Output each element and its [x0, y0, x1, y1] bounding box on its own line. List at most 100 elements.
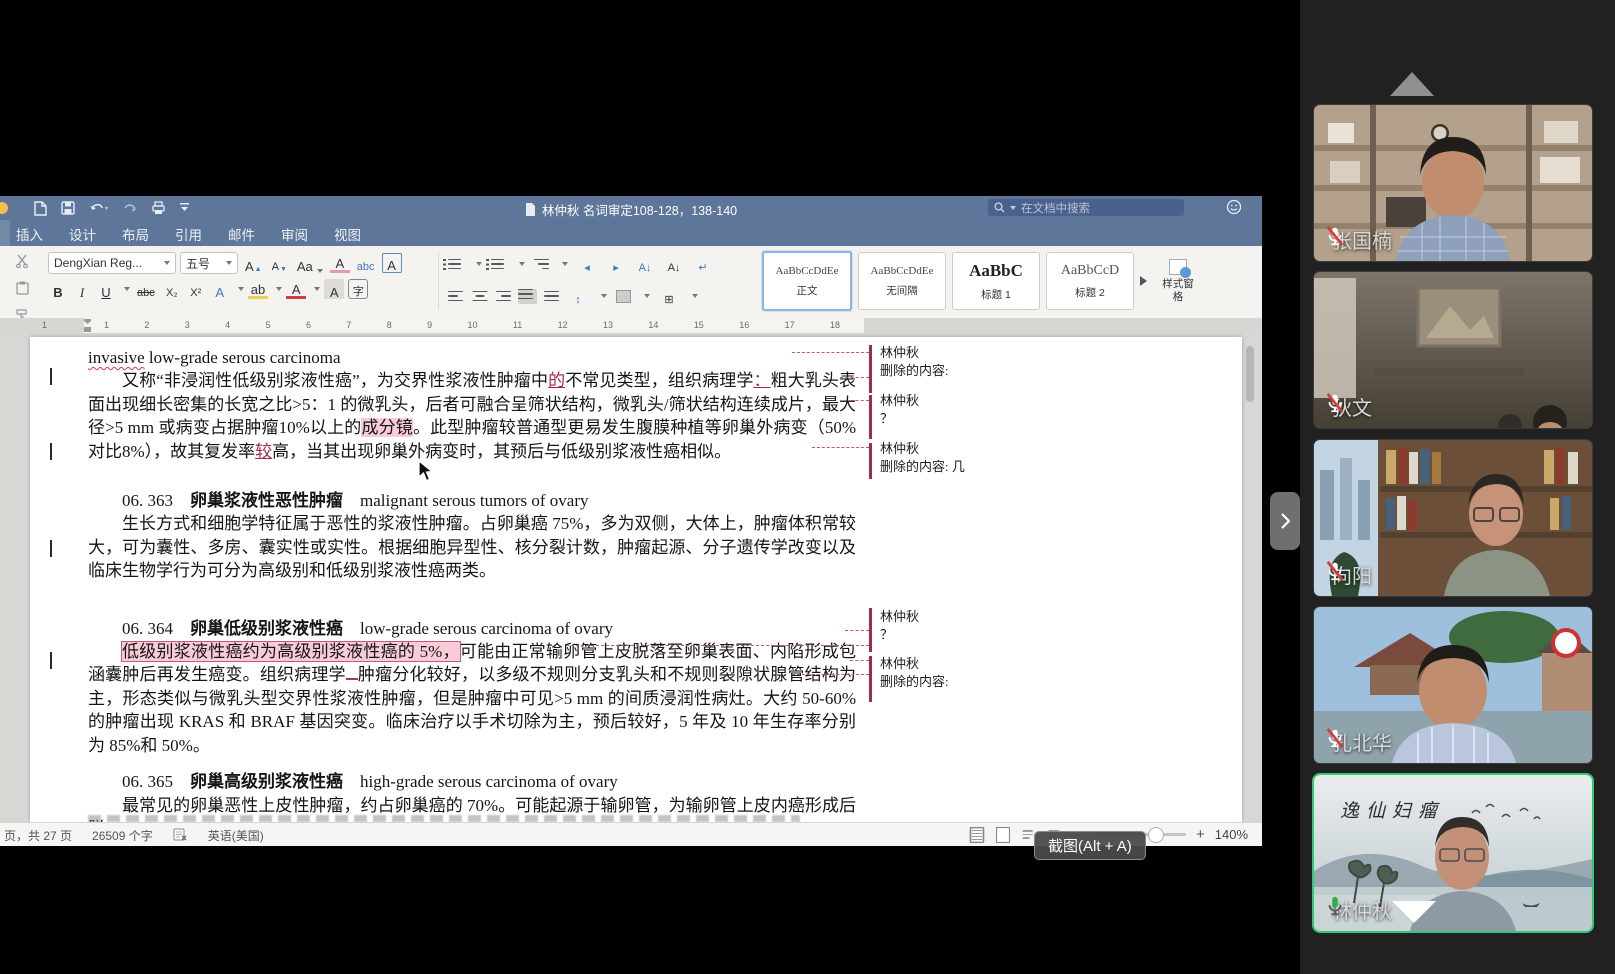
comment[interactable]: 林仲秋？	[880, 608, 1030, 644]
style-heading1[interactable]: AaBbC标题 1	[952, 252, 1040, 310]
comment[interactable]: 林仲秋？	[880, 392, 1030, 428]
proofing-icon[interactable]	[173, 828, 188, 844]
video-tile-4[interactable]: 孔北华	[1314, 607, 1592, 763]
superscript-button[interactable]: X²	[186, 279, 206, 299]
doc-heading-363[interactable]: 06. 363卵巢浆液性恶性肿瘤malignant serous tumors …	[88, 489, 856, 512]
bullets-dropdown-icon[interactable]	[476, 262, 482, 266]
underline-button[interactable]: U	[96, 279, 116, 299]
read-mode-view-icon[interactable]	[995, 828, 1011, 842]
font-name-select[interactable]: DengXian Reg...	[48, 252, 176, 274]
font-size-select[interactable]: 五号	[180, 252, 238, 274]
document-area[interactable]: invasive low-grade serous carcinoma 又称“非…	[0, 333, 1262, 822]
doc-heading-364[interactable]: 06. 364卵巢低级别浆液性癌low-grade serous carcino…	[88, 617, 856, 640]
indent-button[interactable]: ▸	[606, 254, 626, 274]
clipped-text-line	[88, 815, 800, 822]
zoom-percentage[interactable]: 140%	[1215, 827, 1248, 842]
highlight-dropdown-icon[interactable]	[276, 287, 282, 291]
shading-icon[interactable]	[616, 290, 631, 303]
text-effects-button[interactable]: A	[210, 279, 230, 299]
word-count[interactable]: 26509 个字	[92, 827, 153, 844]
video-tile-3[interactable]: 向阳	[1314, 440, 1592, 596]
ribbon-tab[interactable]: 审阅	[281, 224, 308, 244]
page-indicator[interactable]: 页，共 27 页	[4, 827, 72, 844]
zoom-in-icon[interactable]: +	[1196, 826, 1205, 843]
doc-paragraph-3[interactable]: 低级别浆液性癌约为高级别浆液性癌的 5%，可能由正常输卵管上皮脱落至卵巢表面、内…	[88, 640, 856, 757]
line-spacing-button[interactable]: ↕	[568, 286, 588, 306]
comment[interactable]: 林仲秋删除的内容:	[880, 344, 1030, 380]
strikethrough-button[interactable]: abc	[134, 279, 158, 299]
document-text[interactable]: invasive low-grade serous carcinoma 又称“非…	[88, 346, 856, 822]
language-indicator[interactable]: 英语(美国)	[208, 827, 264, 844]
multilevel-dropdown-icon[interactable]	[562, 262, 568, 266]
grow-font-button[interactable]: A▲	[242, 253, 265, 273]
search-scope-dropdown-icon[interactable]	[1010, 206, 1016, 210]
panel-collapse-button[interactable]	[1270, 492, 1300, 550]
ribbon-tab[interactable]: 设计	[69, 224, 96, 244]
character-border-button[interactable]: A	[382, 253, 402, 273]
text-effects-dropdown-icon[interactable]	[238, 287, 244, 291]
az-sort-button[interactable]: A↓	[664, 254, 684, 274]
borders-button[interactable]: ⊞	[659, 286, 679, 306]
print-layout-view-icon[interactable]	[969, 828, 985, 842]
show-paragraph-marks-button[interactable]: ↵	[693, 254, 713, 274]
ribbon-tab[interactable]: 插入	[16, 224, 43, 244]
bold-button[interactable]: B	[48, 279, 68, 299]
character-shading-button[interactable]: A	[324, 279, 344, 299]
underline-dropdown-icon[interactable]	[124, 287, 130, 291]
doc-paragraph-2[interactable]: 生长方式和细胞学特征属于恶性的浆液性肿瘤。占卵巢癌 75%，多为双侧，大体上，肿…	[88, 512, 856, 582]
align-center-icon[interactable]	[472, 291, 487, 302]
outdent-button[interactable]: ◂	[577, 254, 597, 274]
phonetic-guide-button[interactable]: abc	[354, 253, 378, 273]
borders-dropdown-icon[interactable]	[692, 294, 698, 298]
doc-heading-365[interactable]: 06. 365卵巢高级别浆液性癌high-grade serous carcin…	[88, 770, 856, 793]
italic-button[interactable]: I	[72, 279, 92, 299]
scroll-down-icon[interactable]	[1392, 901, 1436, 923]
style-normal[interactable]: AaBbCcDdEe正文	[762, 251, 852, 311]
ribbon-tab[interactable]: 邮件	[228, 224, 255, 244]
subscript-button[interactable]: X₂	[162, 279, 182, 299]
ribbon-tab[interactable]: 引用	[175, 224, 202, 244]
horizontal-ruler[interactable]: 1 123456789101112131415161718	[0, 318, 1262, 334]
shading-dropdown-icon[interactable]	[644, 294, 650, 298]
styles-more-icon[interactable]	[1140, 276, 1147, 286]
bullets-icon[interactable]	[448, 259, 463, 270]
enclose-characters-button[interactable]: 字	[348, 279, 368, 299]
line-spacing-dropdown-icon[interactable]	[601, 294, 607, 298]
clear-formatting-button[interactable]: A	[330, 253, 350, 273]
sort-button[interactable]: A↓	[635, 254, 655, 274]
video-tile-2[interactable]: 狄文	[1314, 272, 1592, 428]
align-right-icon[interactable]	[496, 291, 511, 302]
doc-line-english[interactable]: invasive low-grade serous carcinoma	[88, 346, 856, 369]
highlight-button[interactable]: ab	[248, 279, 268, 299]
cut-icon[interactable]	[15, 254, 29, 273]
distribute-icon[interactable]	[544, 291, 559, 302]
video-tile-5[interactable]: 逸仙妇瘤 林仲秋	[1314, 775, 1592, 931]
align-left-icon[interactable]	[448, 291, 463, 302]
paste-icon[interactable]	[16, 281, 29, 300]
doc-paragraph-1[interactable]: 又称“非浸润性低级别浆液性癌”，为交界性浆液性肿瘤中的不常见类型，组织病理学：粗…	[88, 369, 856, 463]
hanging-indent-marker[interactable]	[84, 327, 91, 332]
vertical-scrollbar[interactable]	[1246, 346, 1254, 402]
comment[interactable]: 林仲秋删除的内容: 几	[880, 440, 1030, 476]
font-color-dropdown-icon[interactable]	[314, 287, 320, 291]
comment[interactable]: 林仲秋删除的内容:	[880, 655, 1030, 691]
style-heading2[interactable]: AaBbCcD标题 2	[1046, 252, 1134, 310]
feedback-smiley-icon[interactable]	[1226, 199, 1242, 220]
numbering-dropdown-icon[interactable]	[519, 262, 525, 266]
scroll-up-icon[interactable]	[1390, 72, 1434, 96]
comment-author: 林仲秋	[880, 344, 1030, 362]
numbering-icon[interactable]	[491, 259, 506, 270]
ribbon-tab[interactable]: 布局	[122, 224, 149, 244]
video-tile-1[interactable]: 张国楠	[1314, 105, 1592, 261]
justify-icon[interactable]	[518, 289, 537, 304]
zoom-slider-thumb[interactable]	[1148, 827, 1164, 843]
tab-home-partial[interactable]	[0, 220, 10, 246]
styles-pane-button[interactable]: 样式窗格	[1161, 259, 1195, 302]
search-input[interactable]: 在文档中搜索	[988, 199, 1184, 216]
change-case-button[interactable]: Aa	[294, 253, 326, 273]
style-no-spacing[interactable]: AaBbCcDdEe无间隔	[858, 252, 946, 310]
shrink-font-button[interactable]: A▼	[269, 253, 290, 273]
multilevel-list-icon[interactable]	[534, 259, 549, 270]
ribbon-tab[interactable]: 视图	[334, 224, 361, 244]
font-color-button[interactable]: A	[286, 279, 306, 299]
